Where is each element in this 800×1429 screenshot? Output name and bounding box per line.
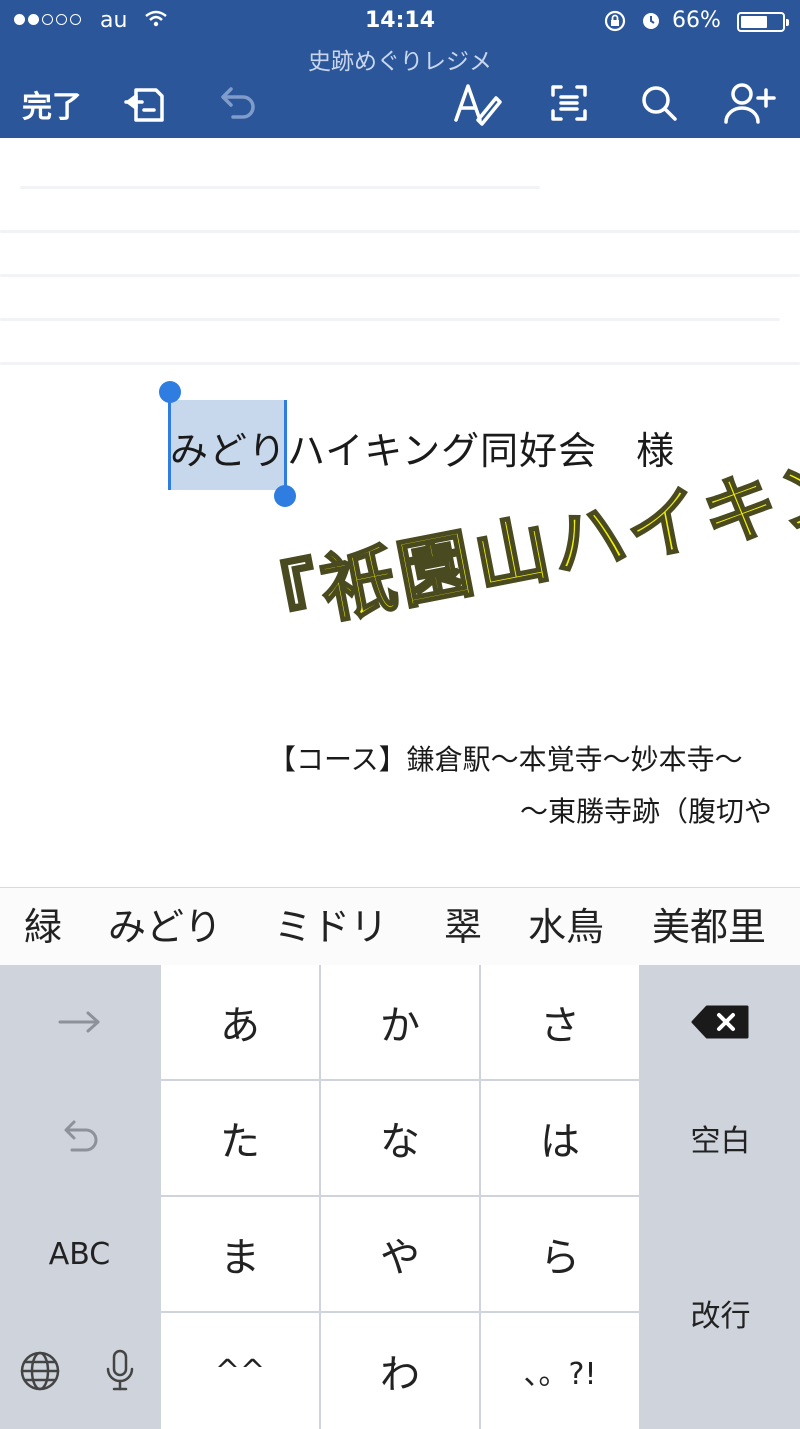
addressee-line[interactable]: みどりハイキング同好会 様 <box>170 420 675 475</box>
save-copy-icon[interactable] <box>118 78 172 128</box>
candidate-item[interactable]: みどり <box>108 888 222 966</box>
faded-text-line <box>20 186 540 189</box>
document-canvas[interactable]: みどりハイキング同好会 様 『祇園山ハイキング 【コース】鎌倉駅～本覚寺～妙本寺… <box>0 138 800 887</box>
addressee-rest-text: ハイキング同好会 様 <box>287 429 676 473</box>
text-format-icon[interactable] <box>450 78 504 128</box>
delete-key[interactable] <box>641 965 800 1079</box>
alarm-icon <box>640 9 662 36</box>
selection-start-handle[interactable] <box>159 381 181 403</box>
japanese-keyboard: あ か さ た な は 空白 ABC ま や ら 改行 ^^ わ 、。?! <box>0 965 800 1429</box>
undo-icon <box>64 1120 97 1152</box>
candidate-item[interactable]: 水鳥 <box>528 888 604 966</box>
abc-mode-key[interactable]: ABC <box>0 1197 159 1311</box>
next-candidate-key[interactable] <box>0 965 159 1079</box>
globe-icon <box>20 1351 59 1391</box>
conversion-candidate-bar: 緑 みどり ミドリ 翠 水鳥 美都里 <box>0 887 800 967</box>
globe-key[interactable] <box>0 1313 79 1429</box>
status-bar: au 14:14 66% <box>0 0 800 44</box>
dictation-key[interactable] <box>81 1313 159 1429</box>
kana-key[interactable]: は <box>481 1081 639 1195</box>
read-mode-icon[interactable] <box>542 78 596 128</box>
return-key[interactable]: 改行 <box>641 1197 800 1429</box>
faded-text-line <box>0 362 800 365</box>
keyboard-undo-key[interactable] <box>0 1081 159 1195</box>
done-button[interactable]: 完了 <box>22 82 82 126</box>
candidate-item[interactable]: 緑 <box>24 888 62 966</box>
undo-icon[interactable] <box>210 78 264 128</box>
kana-key[interactable]: さ <box>481 965 639 1079</box>
kana-key[interactable]: わ <box>321 1313 479 1429</box>
word-toolbar: au 14:14 66% 史跡めぐりレジメ 完了 <box>0 0 800 138</box>
course-text-line: （: <box>782 842 800 882</box>
candidate-item[interactable]: 美都里 <box>652 888 766 966</box>
punctuation-key[interactable]: 、。?! <box>481 1313 639 1429</box>
kana-key[interactable]: あ <box>161 965 319 1079</box>
kana-key[interactable]: ま <box>161 1197 319 1311</box>
arrow-right-icon <box>58 1011 99 1033</box>
search-icon[interactable] <box>632 78 686 128</box>
toolbar-actions: 完了 <box>0 76 800 132</box>
rotation-lock-icon <box>603 9 627 38</box>
course-text-line: 【コース】鎌倉駅～本覚寺～妙本寺～ <box>268 743 743 776</box>
kaomoji-key[interactable]: ^^ <box>161 1313 319 1429</box>
microphone-icon <box>106 1349 134 1391</box>
selected-text[interactable]: みどり <box>170 429 287 473</box>
selection-end-handle[interactable] <box>274 485 296 507</box>
kana-key[interactable]: や <box>321 1197 479 1311</box>
course-text-line: ～東勝寺跡（腹切や <box>520 795 773 828</box>
kana-key[interactable]: な <box>321 1081 479 1195</box>
battery-percent: 66% <box>672 8 721 33</box>
faded-text-line <box>0 230 800 233</box>
delete-icon <box>691 1005 748 1039</box>
battery-icon <box>737 12 789 32</box>
space-key[interactable]: 空白 <box>641 1081 800 1195</box>
kana-key[interactable]: か <box>321 965 479 1079</box>
candidate-item[interactable]: ミドリ <box>274 888 388 966</box>
document-title: 史跡めぐりレジメ <box>308 49 492 75</box>
candidate-item[interactable]: 翠 <box>444 888 482 966</box>
faded-text-line <box>0 274 800 277</box>
share-person-icon[interactable] <box>722 78 776 128</box>
faded-text-line <box>0 318 780 321</box>
kana-key[interactable]: た <box>161 1081 319 1195</box>
kana-key[interactable]: ら <box>481 1197 639 1311</box>
